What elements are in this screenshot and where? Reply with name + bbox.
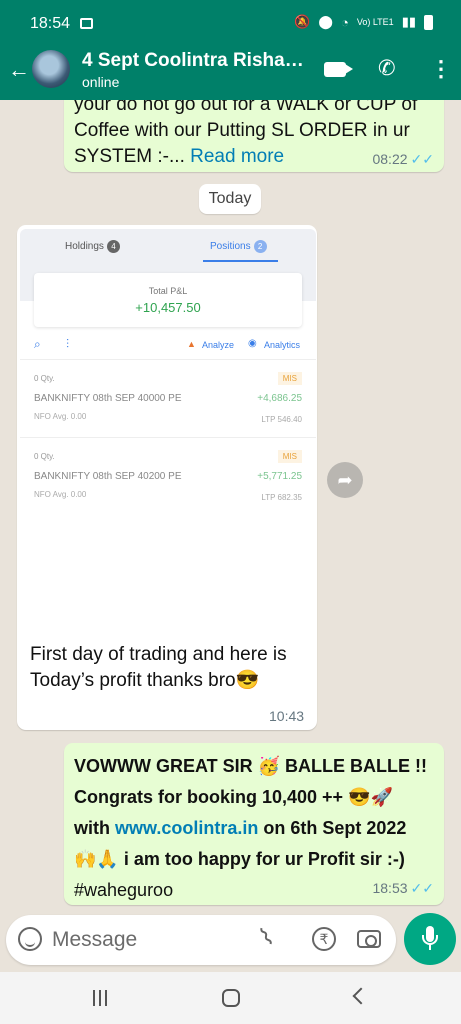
message-meta: 18:53 ✓✓ bbox=[372, 880, 434, 897]
message-line: Today’s profit thanks bro😎 bbox=[30, 670, 260, 691]
analyze-label: Analyze bbox=[202, 340, 235, 350]
total-pnl-value: +10,457.50 bbox=[135, 300, 201, 315]
chat-header: ← 4 Sept Coolintra Rishab... online ✆ ⋮ bbox=[0, 48, 461, 100]
incoming-caption: First day of trading and here is Today’s… bbox=[30, 642, 310, 694]
signal-icon: ▮▮ bbox=[401, 14, 416, 29]
gallery-icon bbox=[80, 18, 93, 29]
recents-icon[interactable] bbox=[93, 990, 111, 1006]
mic-button[interactable] bbox=[404, 913, 456, 965]
nav-back-icon[interactable] bbox=[352, 987, 370, 1005]
total-pnl-label: Total P&L bbox=[148, 286, 188, 296]
shared-screenshot[interactable]: Holdings 4 Positions 2 Total P&L +10,457.5… bbox=[20, 229, 316, 629]
status-bar: 18:54 🔕 ⬤ ◔ Vo) LTE1 ▮▮ bbox=[0, 0, 461, 48]
message-meta: 08:22 ✓✓ bbox=[372, 151, 434, 168]
message-outgoing-1[interactable]: your do not go out for a WALK or CUP of … bbox=[64, 100, 444, 172]
position-row: 0 Qty. MIS BANKNIFTY 08th SEP 40000 PE +… bbox=[20, 359, 316, 437]
network-label: Vo) LTE1 bbox=[356, 17, 394, 27]
camera-icon[interactable] bbox=[357, 930, 381, 948]
tab-positions: Positions 2 bbox=[210, 240, 267, 253]
location-icon: ⬤ bbox=[318, 14, 333, 29]
message-line: Congrats for booking 10,400 ++ 😎🚀 bbox=[74, 787, 393, 807]
forward-icon[interactable]: ➦ bbox=[327, 462, 363, 498]
video-call-icon[interactable] bbox=[324, 62, 353, 77]
message-line: First day of trading and here is bbox=[30, 644, 287, 665]
contact-name[interactable]: 4 Sept Coolintra Rishab... bbox=[82, 50, 310, 72]
analytics-icon: ◉ bbox=[248, 338, 257, 349]
status-icons: 🔕 ⬤ ◔ Vo) LTE1 ▮▮ bbox=[294, 14, 433, 30]
message-line: VOWWW GREAT SIR 🥳 BALLE BALLE !! bbox=[74, 756, 428, 776]
read-ticks-icon: ✓✓ bbox=[410, 151, 434, 167]
analyze-icon: ▲ bbox=[187, 339, 196, 349]
total-pnl-card: Total P&L +10,457.50 bbox=[34, 273, 302, 327]
message-line: with www.coolintra.in on 6th Sept 2022 bbox=[74, 818, 407, 838]
message-time: 08:22 bbox=[372, 151, 408, 167]
date-divider: Today bbox=[199, 184, 261, 214]
system-nav-bar bbox=[0, 972, 461, 1024]
payment-icon[interactable]: ₹ bbox=[312, 927, 336, 951]
message-outgoing-2[interactable]: VOWWW GREAT SIR 🥳 BALLE BALLE !! Congrat… bbox=[64, 743, 444, 905]
attach-icon[interactable]: ⌇ bbox=[255, 922, 280, 953]
contact-status: online bbox=[82, 74, 120, 90]
tab-holdings: Holdings 4 bbox=[65, 240, 120, 253]
emoji-icon[interactable] bbox=[18, 927, 42, 951]
message-composer: ⌇ ₹ bbox=[6, 915, 396, 965]
voice-call-icon[interactable]: ✆ bbox=[378, 56, 396, 81]
battery-icon bbox=[424, 14, 433, 30]
chat-area[interactable]: your do not go out for a WALK or CUP of … bbox=[0, 100, 461, 910]
contact-avatar[interactable] bbox=[32, 50, 70, 88]
message-time: 18:53 bbox=[372, 880, 408, 896]
mute-icon: 🔕 bbox=[294, 14, 311, 29]
more-options-icon[interactable]: ⋮ bbox=[430, 56, 452, 82]
search-icon: ⌕ bbox=[34, 337, 41, 351]
message-line: your do not go out for a WALK or CUP of bbox=[74, 100, 418, 115]
read-more-link[interactable]: Read more bbox=[190, 146, 284, 167]
filter-icon: ⫶ bbox=[66, 337, 70, 351]
status-time: 18:54 bbox=[30, 15, 71, 32]
home-icon[interactable] bbox=[222, 989, 240, 1007]
message-line: 🙌🙏 i am too happy for ur Profit sir :-) bbox=[74, 849, 405, 869]
message-input[interactable] bbox=[52, 925, 242, 955]
positions-toolbar: ⌕ ⫶ ▲ Analyze ◉ Analytics bbox=[20, 333, 316, 357]
analytics-label: Analytics bbox=[264, 340, 301, 350]
tab-underline bbox=[203, 260, 278, 262]
back-arrow-icon[interactable]: ← bbox=[8, 57, 30, 83]
read-ticks-icon: ✓✓ bbox=[410, 880, 434, 896]
message-time: 10:43 bbox=[269, 708, 305, 724]
message-line: Coffee with our Putting SL ORDER in ur bbox=[74, 120, 410, 141]
website-link[interactable]: www.coolintra.in bbox=[115, 818, 258, 838]
wifi-icon: ◔ bbox=[340, 14, 349, 30]
position-row: 0 Qty. MIS BANKNIFTY 08th SEP 40200 PE +… bbox=[20, 437, 316, 515]
